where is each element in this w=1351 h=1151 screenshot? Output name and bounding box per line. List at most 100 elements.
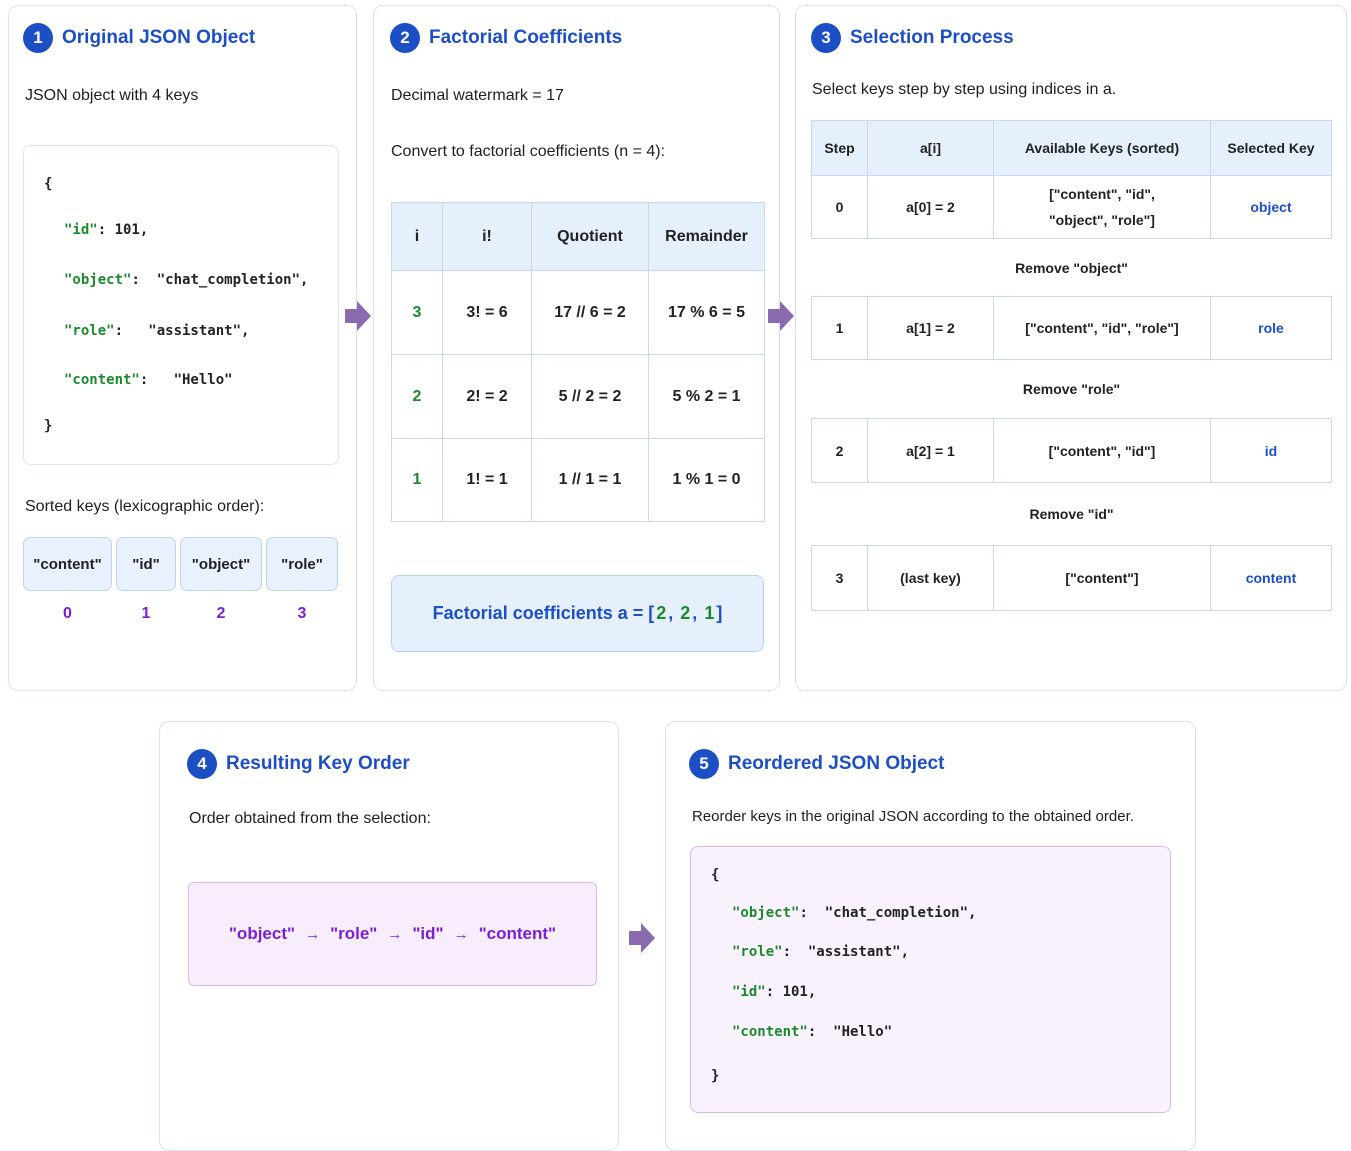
panel-1-title: 1 Original JSON Object (23, 23, 255, 53)
step-cell: 0 (811, 175, 868, 239)
table-row: 1 1! = 1 1 // 1 = 1 1 % 1 = 0 (391, 438, 765, 522)
step-badge-2: 2 (390, 23, 420, 53)
table-cell: 1 // 1 = 1 (531, 438, 649, 522)
decimal-watermark: Decimal watermark = 17 (391, 87, 564, 104)
table-header: Remainder (648, 202, 765, 271)
factorial-coefficients-result: Factorial coefficients a = [2, 2, 1] (391, 575, 764, 652)
available-keys-cell: ["content", "id", "object", "role"] (993, 175, 1211, 239)
reordered-json-code: { "object": "chat_completion", "role": "… (690, 846, 1171, 1113)
json-value: : "Hello" (807, 1024, 893, 1040)
code-line: "id": 101, (732, 984, 816, 1000)
result-sep: , (668, 603, 679, 623)
ordered-key: "content" (478, 924, 557, 943)
table-cell: 17 // 6 = 2 (531, 270, 649, 355)
arrow-right-icon: → (305, 925, 321, 943)
flow-arrow-icon (768, 301, 794, 331)
arrow-right-icon: → (453, 925, 469, 943)
remove-row: Remove "role" (811, 359, 1332, 419)
flow-arrow-icon (345, 301, 371, 331)
table-row: 2 2! = 2 5 // 2 = 2 5 % 2 = 1 (391, 354, 765, 439)
table-header: Available Keys (sorted) (993, 120, 1211, 176)
panel-3-subtitle: Select keys step by step using indices i… (812, 81, 1117, 98)
step-cell: 1 (811, 296, 868, 360)
available-keys-line: "object", "role"] (1049, 212, 1155, 228)
code-open-brace: { (44, 176, 53, 192)
table-header: Quotient (531, 202, 649, 271)
sorted-key-box: "id" (116, 537, 176, 591)
table-cell: 2! = 2 (442, 354, 532, 439)
ordered-key: "object" (228, 924, 296, 943)
remove-row: Remove "id" (811, 482, 1332, 546)
code-close-brace: } (44, 418, 53, 434)
result-prefix: Factorial coefficients a = [ (432, 603, 655, 623)
sorted-key-box: "role" (266, 537, 338, 591)
table-header: i (391, 202, 443, 271)
code-line: "content": "Hello" (732, 1024, 892, 1040)
convert-label: Convert to factorial coefficients (n = 4… (391, 143, 666, 160)
table-cell: 1 (391, 438, 443, 522)
step-cell: 3 (811, 545, 868, 611)
json-value: : 101, (765, 984, 817, 1000)
available-keys-cell: ["content", "id"] (993, 418, 1211, 483)
step-cell: 2 (811, 418, 868, 483)
code-line: "id": 101, (64, 222, 148, 238)
panel-3-title-text: Selection Process (850, 27, 1014, 48)
flow-arrow-icon (629, 923, 655, 953)
available-keys-cell: ["content"] (993, 545, 1211, 611)
panel-3-title: 3 Selection Process (811, 23, 1014, 53)
panel-2-title: 2 Factorial Coefficients (390, 23, 622, 53)
json-key: "id" (732, 984, 766, 1000)
ordered-key: "role" (330, 924, 378, 943)
available-keys-cell: ["content", "id", "role"] (993, 296, 1211, 360)
json-key: "content" (64, 372, 140, 388)
panel-5-title: 5 Reordered JSON Object (689, 749, 944, 779)
code-line: "content": "Hello" (64, 372, 233, 388)
json-key: "role" (732, 944, 783, 960)
code-line: "object": "chat_completion", (732, 905, 976, 921)
json-value: : "chat_completion", (799, 905, 977, 921)
json-value: : "chat_completion", (131, 272, 309, 288)
result-suffix: ] (716, 603, 723, 623)
code-close-brace: } (711, 1068, 720, 1084)
result-value: 1 (704, 603, 715, 623)
json-key: "role" (64, 323, 115, 339)
table-cell: 2 (391, 354, 443, 439)
table-cell: 1 % 1 = 0 (648, 438, 765, 522)
remove-note: Remove "role" (811, 359, 1332, 419)
sorted-key-index: 0 (63, 605, 72, 622)
sorted-keys-label: Sorted keys (lexicographic order): (25, 498, 265, 515)
panel-1-subtitle: JSON object with 4 keys (25, 87, 199, 104)
sorted-key-index: 1 (141, 605, 151, 622)
arrow-right-icon: → (387, 925, 403, 943)
table-cell: 5 // 2 = 2 (531, 354, 649, 439)
result-sep: , (692, 603, 703, 623)
table-header: i! (442, 202, 532, 271)
table-row: 3 (last key) ["content"] content (811, 545, 1332, 611)
panel-4-subtitle: Order obtained from the selection: (189, 810, 431, 827)
json-key: "id" (64, 222, 98, 238)
step-badge-1: 1 (23, 23, 53, 53)
ai-cell: (last key) (867, 545, 994, 611)
table-cell: 3! = 6 (442, 270, 532, 355)
code-line: "object": "chat_completion", (64, 272, 308, 288)
selected-key-cell: content (1210, 545, 1332, 611)
sorted-key-index: 3 (297, 605, 307, 622)
key-order-box: "object" → "role" → "id" → "content" (188, 882, 597, 986)
table-header: Step (811, 120, 868, 176)
sorted-key-box: "content" (23, 537, 112, 591)
panel-5-subtitle: Reorder keys in the original JSON accord… (692, 808, 1134, 825)
table-header: a[i] (867, 120, 994, 176)
code-line: "role": "assistant", (732, 944, 909, 960)
sorted-key-box: "object" (180, 537, 262, 591)
table-cell: 17 % 6 = 5 (648, 270, 765, 355)
panel-1-title-text: Original JSON Object (62, 27, 256, 48)
table-cell: 3 (391, 270, 443, 355)
code-open-brace: { (711, 867, 720, 883)
table-row: 2 a[2] = 1 ["content", "id"] id (811, 418, 1332, 483)
table-row: 0 a[0] = 2 ["content", "id", "object", "r… (811, 175, 1332, 239)
code-line: "role": "assistant", (64, 323, 249, 339)
original-json-code: { "id": 101, "object": "chat_completion"… (23, 145, 339, 465)
json-value: : "assistant", (782, 944, 910, 960)
table-header: Selected Key (1210, 120, 1332, 176)
table-cell: 1! = 1 (442, 438, 532, 522)
